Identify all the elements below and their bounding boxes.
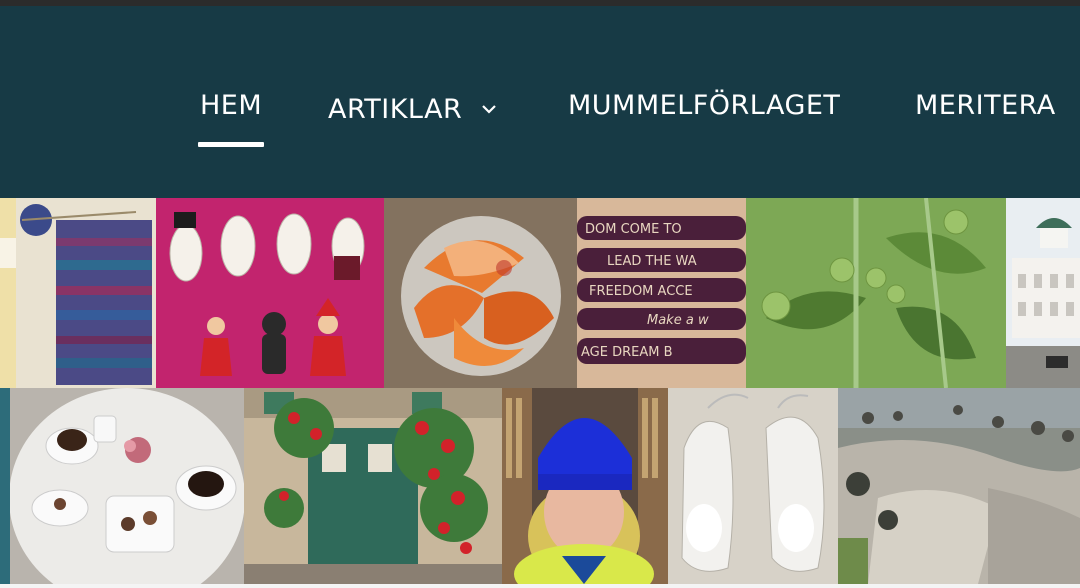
photo-moomin-figures[interactable]: [156, 198, 384, 388]
photo-partial-left-2[interactable]: [0, 388, 10, 584]
nav-articles[interactable]: ARTIKLAR: [328, 90, 497, 125]
nav-merits[interactable]: MERITERA: [915, 90, 1056, 121]
photo-woman-blue-hat[interactable]: [502, 388, 668, 584]
photo-rocky-shore[interactable]: [838, 388, 1080, 584]
photo-blood-oranges[interactable]: [384, 198, 577, 388]
photo-wristbands[interactable]: DOM COME TO LEAD THE WA FREEDOM ACCE Mak…: [577, 198, 746, 388]
nav-publisher[interactable]: MUMMELFÖRLAGET: [568, 90, 840, 121]
wristband-text-3: FREEDOM ACCE: [589, 284, 693, 299]
photo-white-shoes[interactable]: [668, 388, 838, 584]
photo-cafe-table[interactable]: [10, 388, 244, 584]
photo-tomato-plant[interactable]: [746, 198, 1006, 388]
chevron-down-icon[interactable]: [482, 90, 497, 121]
photo-rose-doorway[interactable]: [244, 388, 502, 584]
nav-home[interactable]: HEM: [197, 90, 265, 147]
photo-knitted-scarf[interactable]: [16, 198, 156, 388]
site-header: HEM ARTIKLAR MUMMELFÖRLAGET MERITERA: [0, 6, 1080, 198]
wristband-text-4: Make a w: [647, 313, 709, 328]
nav-articles-label: ARTIKLAR: [328, 94, 463, 125]
wristband-text-2: LEAD THE WA: [607, 254, 697, 269]
wristband-text-1: DOM COME TO: [585, 222, 682, 237]
photo-helsinki-cathedral[interactable]: [1006, 198, 1080, 388]
wristband-text-5: AGE DREAM B: [581, 345, 673, 360]
photo-partial-left[interactable]: [0, 198, 16, 388]
